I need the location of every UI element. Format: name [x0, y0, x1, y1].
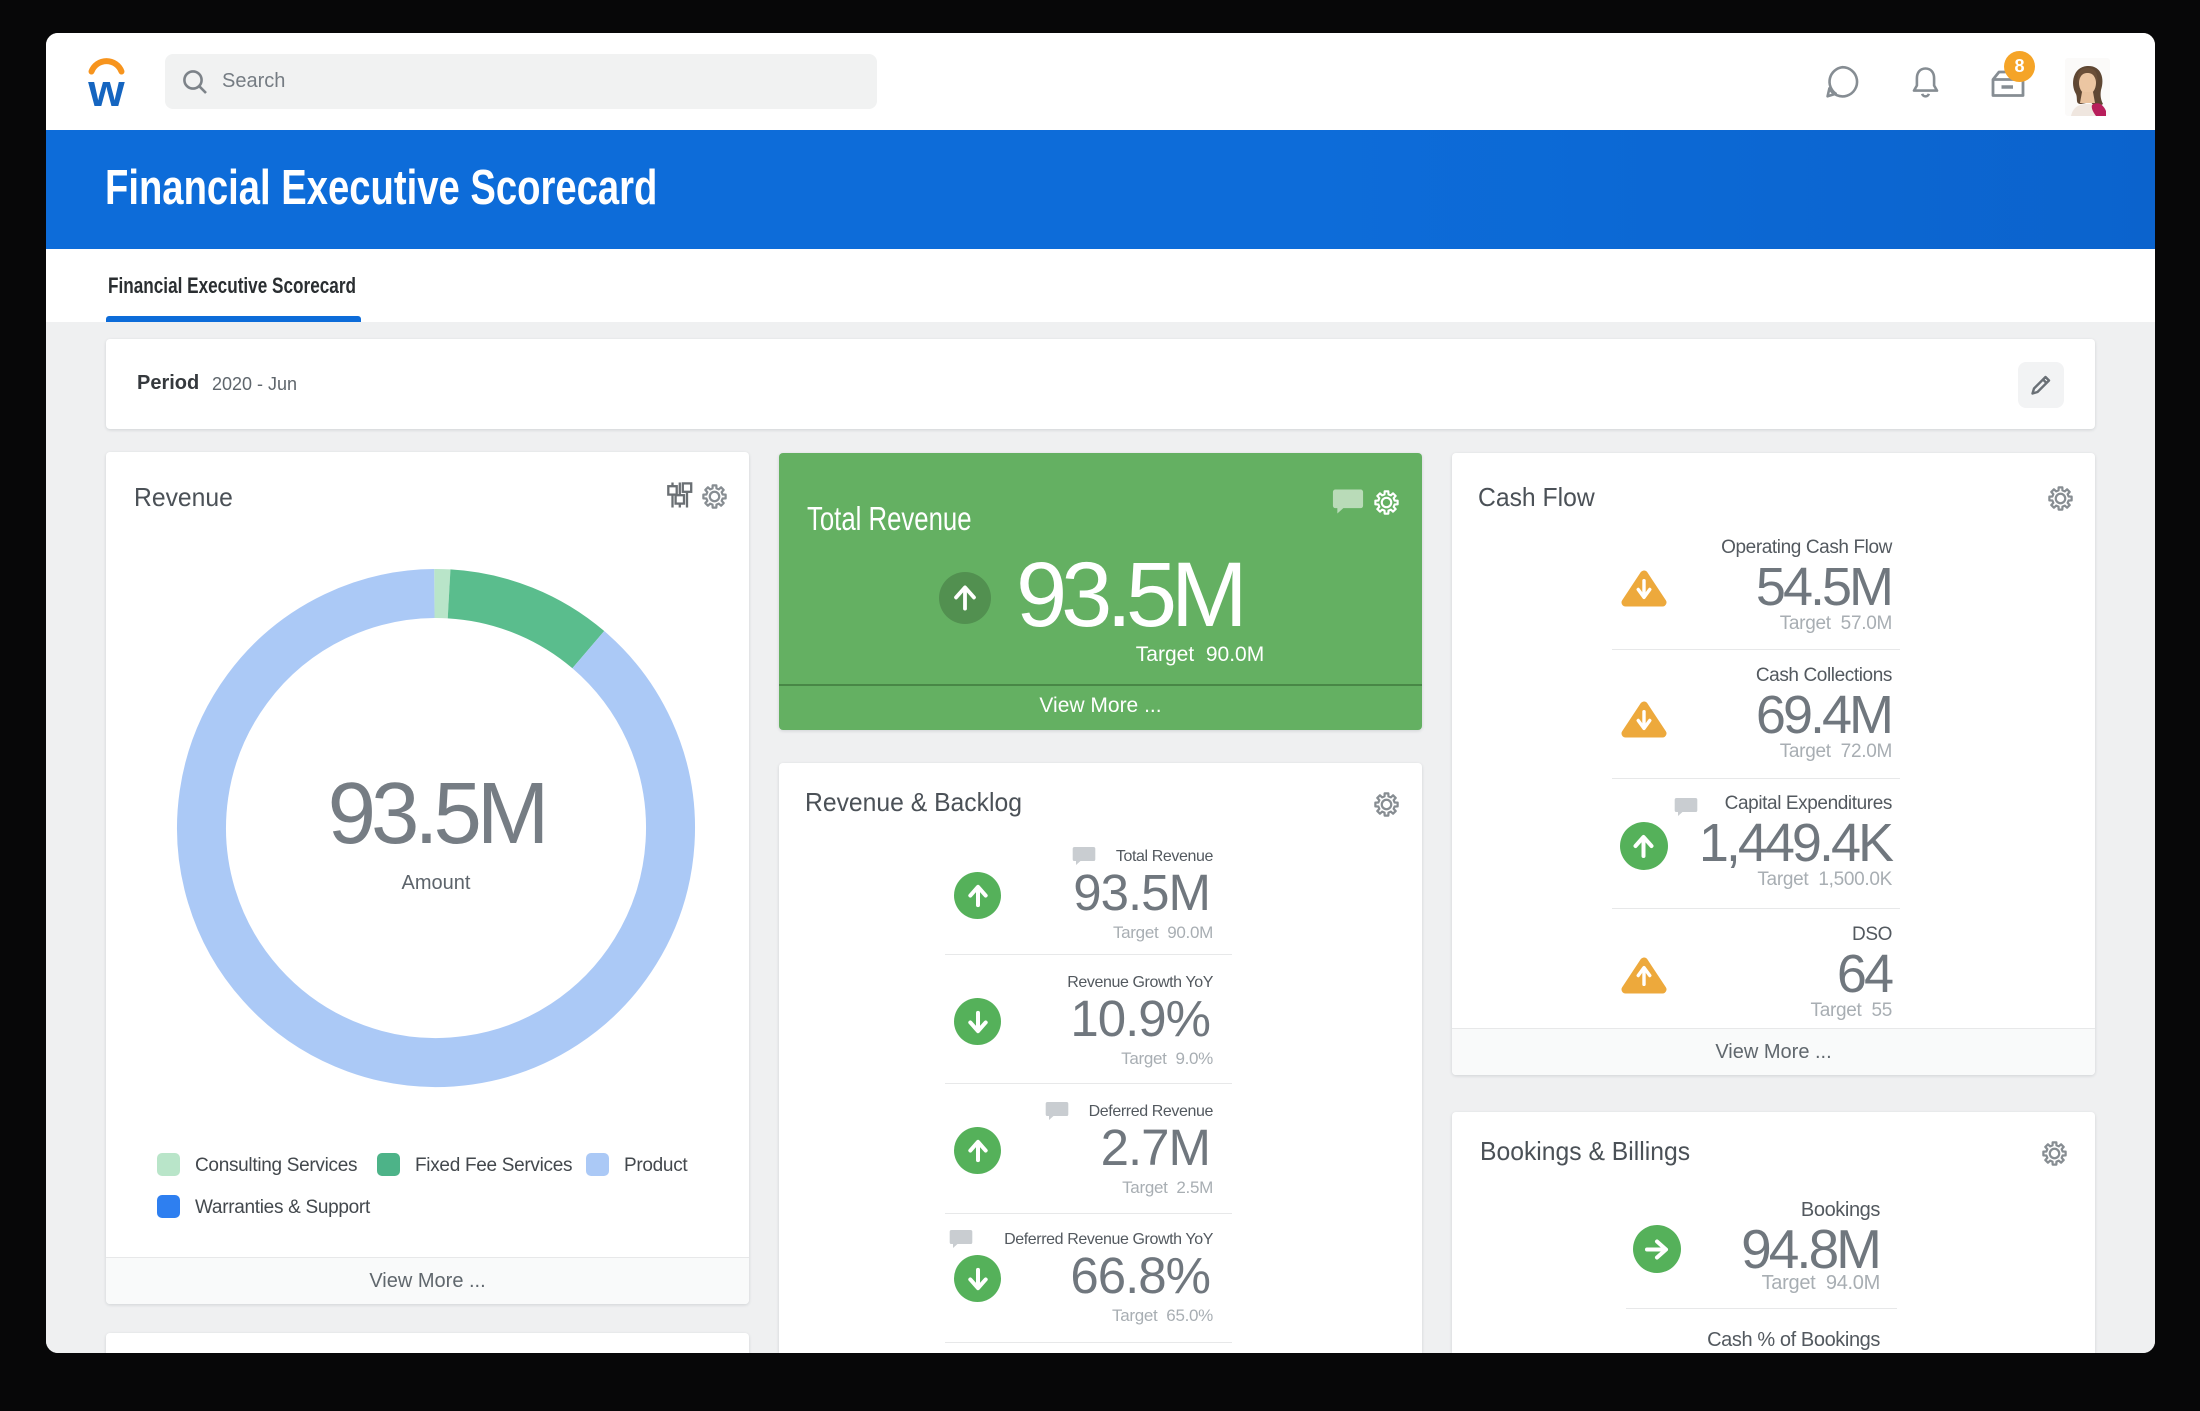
svg-text:w: w [87, 65, 125, 113]
